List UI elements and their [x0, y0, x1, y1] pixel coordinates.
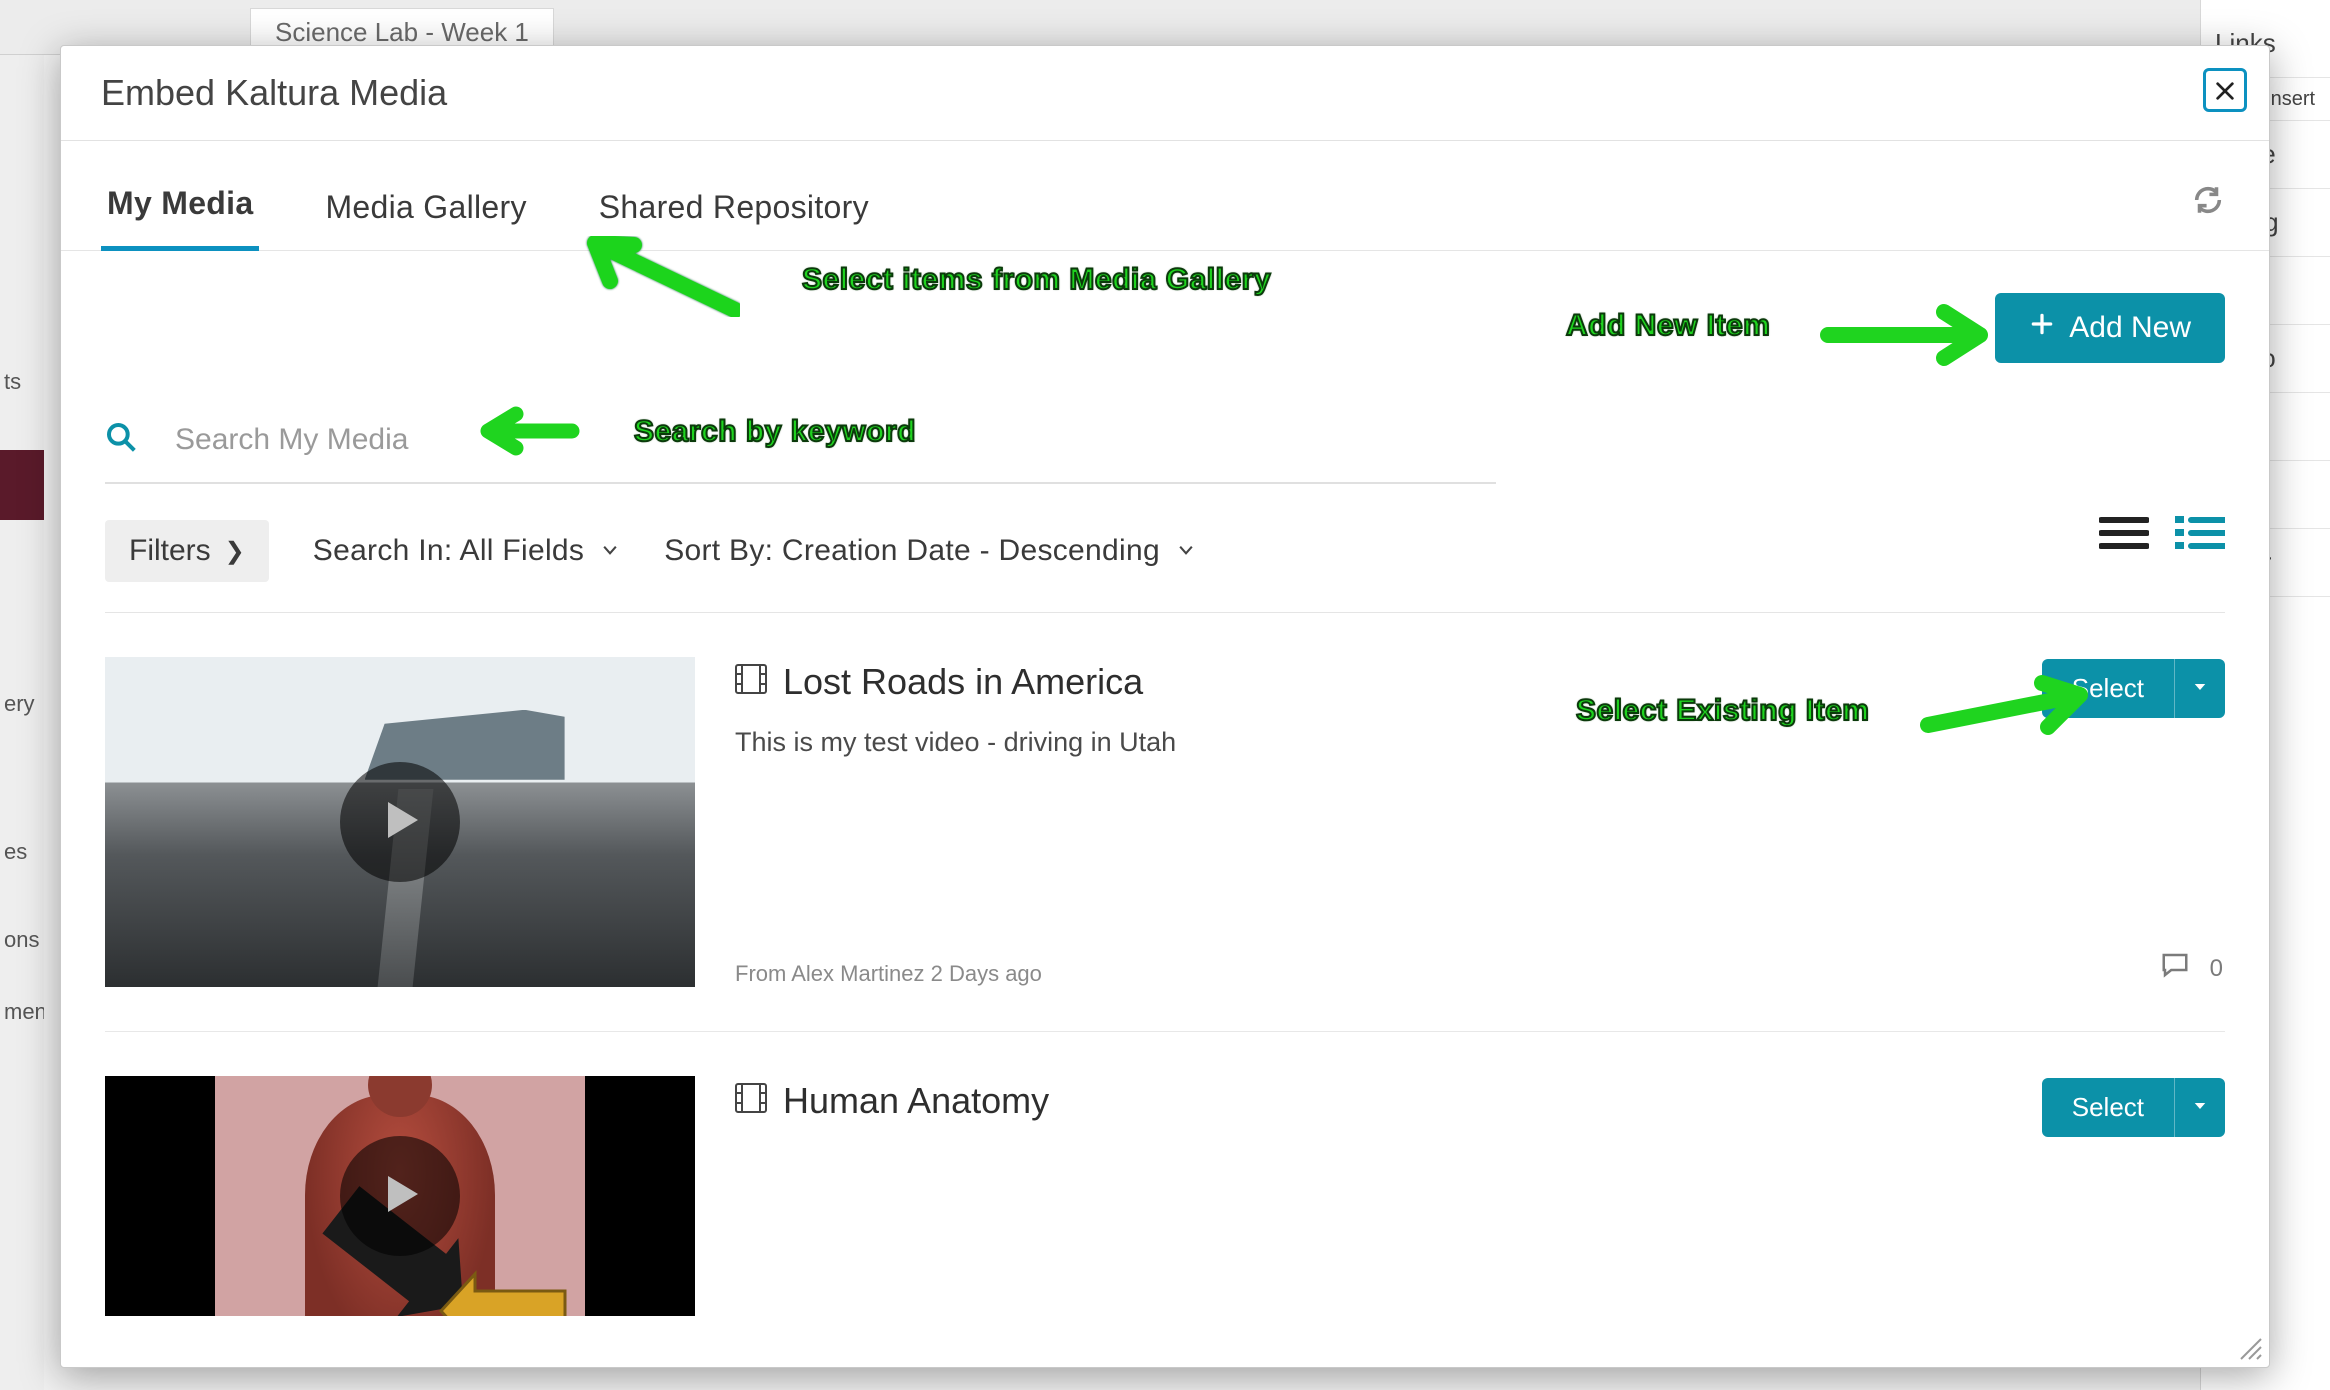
- background-left-rail: ts ery es ons men: [0, 55, 44, 1390]
- play-icon: [376, 796, 424, 849]
- modal-header: Embed Kaltura Media: [61, 46, 2269, 141]
- media-title[interactable]: Lost Roads in America: [783, 661, 1143, 703]
- select-dropdown-button[interactable]: [2174, 659, 2225, 718]
- search-input[interactable]: [173, 422, 1496, 458]
- media-row: Human Anatomy Select: [105, 1032, 2225, 1316]
- filters-button[interactable]: Filters ❯: [105, 520, 269, 582]
- media-thumbnail[interactable]: [105, 1076, 695, 1316]
- search-row: [105, 421, 1496, 484]
- media-title-row: Human Anatomy: [735, 1080, 2225, 1122]
- media-thumbnail[interactable]: [105, 657, 695, 987]
- yellow-arrow-graphic: [435, 1266, 575, 1316]
- action-row: Add New: [61, 251, 2269, 363]
- close-button[interactable]: [2203, 68, 2247, 112]
- select-split-button: Select: [2042, 659, 2225, 718]
- select-dropdown-button[interactable]: [2174, 1078, 2225, 1137]
- close-icon: [2214, 69, 2236, 111]
- bg-left-item: ons: [0, 923, 44, 957]
- media-title[interactable]: Human Anatomy: [783, 1080, 1049, 1122]
- film-icon: [735, 661, 767, 703]
- tab-media-gallery[interactable]: Media Gallery: [319, 179, 532, 250]
- list-detail-icon: [2175, 526, 2225, 559]
- bg-left-item: men: [0, 995, 44, 1029]
- add-new-button[interactable]: Add New: [1995, 293, 2225, 363]
- view-toggle: [2099, 514, 2225, 560]
- film-icon: [735, 1080, 767, 1122]
- media-body: Lost Roads in America This is my test vi…: [735, 657, 2225, 987]
- background-left-active: [0, 450, 44, 520]
- bg-left-item: es: [0, 835, 44, 869]
- search-in-label: Search In: All Fields: [313, 534, 584, 568]
- media-body: Human Anatomy Select: [735, 1076, 2225, 1316]
- comment-count: 0: [2210, 955, 2223, 983]
- select-button[interactable]: Select: [2042, 659, 2174, 718]
- modal-title: Embed Kaltura Media: [101, 72, 447, 113]
- embed-media-modal: Embed Kaltura Media My Media Media Galle…: [60, 45, 2270, 1368]
- chevron-right-icon: ❯: [225, 537, 245, 566]
- refresh-icon: [2191, 204, 2225, 221]
- control-row: Filters ❯ Search In: All Fields Sort By:…: [105, 520, 2225, 613]
- media-list: Lost Roads in America This is my test vi…: [105, 613, 2225, 1316]
- chevron-down-icon: [600, 534, 620, 568]
- search-in-dropdown[interactable]: Search In: All Fields: [313, 534, 620, 568]
- search-icon: [105, 421, 137, 458]
- select-button[interactable]: Select: [2042, 1078, 2174, 1137]
- comment-icon: [2160, 950, 2190, 987]
- sort-by-label: Sort By: Creation Date - Descending: [664, 534, 1160, 568]
- plus-icon: [2029, 311, 2055, 345]
- select-split-button: Select: [2042, 1078, 2225, 1137]
- play-overlay: [340, 1136, 460, 1256]
- tab-shared-repository[interactable]: Shared Repository: [593, 179, 875, 250]
- media-comments[interactable]: 0: [2160, 950, 2223, 987]
- view-compact-button[interactable]: [2099, 514, 2149, 560]
- view-detail-button[interactable]: [2175, 514, 2225, 560]
- sort-by-dropdown[interactable]: Sort By: Creation Date - Descending: [664, 534, 1196, 568]
- refresh-button[interactable]: [2191, 183, 2225, 222]
- chevron-down-icon: [2191, 678, 2209, 699]
- bg-left-item: ts: [0, 365, 44, 399]
- play-icon: [376, 1170, 424, 1223]
- tab-row: My Media Media Gallery Shared Repository: [61, 175, 2269, 251]
- play-overlay: [340, 762, 460, 882]
- chevron-down-icon: [2191, 1097, 2209, 1118]
- list-compact-icon: [2099, 526, 2149, 559]
- resize-grip[interactable]: [2235, 1333, 2263, 1361]
- media-row: Lost Roads in America This is my test vi…: [105, 613, 2225, 1032]
- filters-label: Filters: [129, 534, 211, 568]
- media-title-row: Lost Roads in America: [735, 661, 2225, 703]
- media-meta: From Alex Martinez 2 Days ago: [735, 961, 2225, 987]
- media-description: This is my test video - driving in Utah: [735, 727, 2225, 758]
- chevron-down-icon: [1176, 534, 1196, 568]
- bg-left-item: ery: [0, 687, 44, 721]
- add-new-label: Add New: [2069, 311, 2191, 345]
- tab-my-media[interactable]: My Media: [101, 175, 259, 251]
